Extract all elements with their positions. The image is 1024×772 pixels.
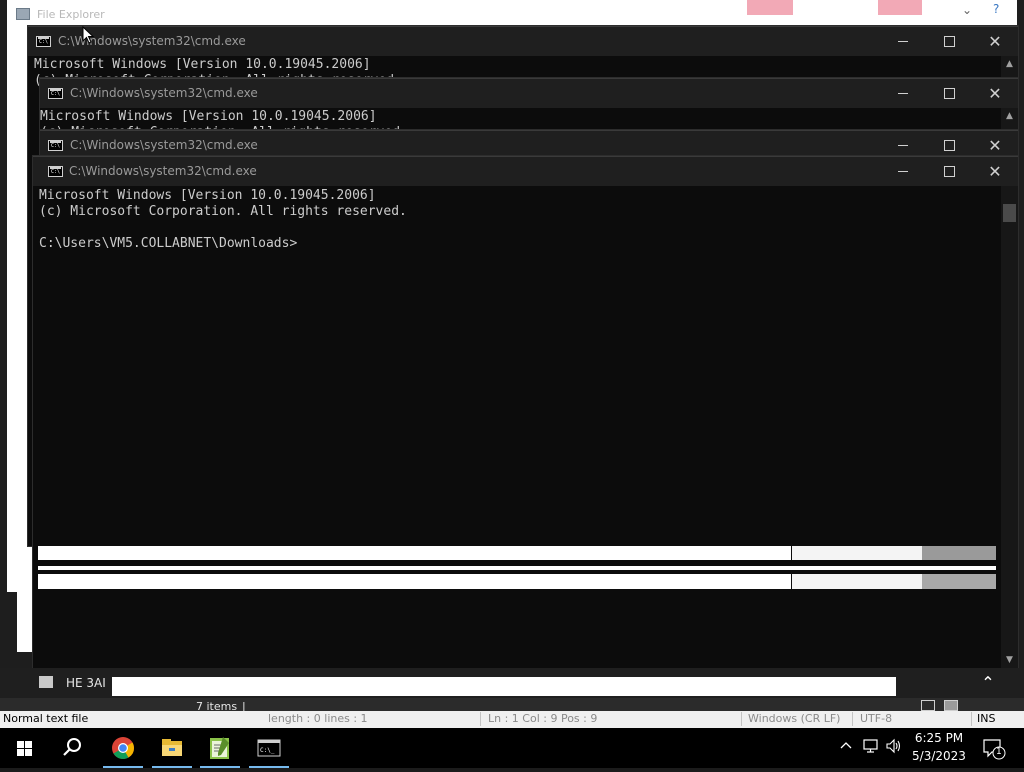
scroll-down-arrow-icon[interactable]: ▼	[1001, 652, 1018, 668]
glitch-band	[112, 677, 896, 696]
cmd-app-icon: C:\	[48, 88, 63, 99]
glitch-band	[38, 546, 791, 560]
close-icon: ✕	[988, 32, 1002, 51]
search-icon	[63, 738, 81, 756]
glitch-band	[922, 546, 996, 560]
maximize-icon	[943, 36, 955, 47]
cmd-window-4[interactable]: C:\ C:\Windows\system32\cmd.exe ✕ Micros…	[33, 156, 1018, 668]
close-icon: ✕	[988, 162, 1002, 181]
cmd-title: C:\Windows\system32\cmd.exe	[70, 86, 258, 100]
scroll-up-arrow-icon[interactable]: ▲	[1001, 108, 1018, 124]
mouse-cursor-icon	[82, 26, 95, 44]
close-button[interactable]: ✕	[972, 157, 1018, 186]
close-icon: ✕	[988, 136, 1002, 155]
close-button[interactable]: ✕	[972, 79, 1018, 108]
cmd-app-icon: C:\	[48, 140, 63, 151]
console-line: Microsoft Windows [Version 10.0.19045.20…	[40, 109, 377, 124]
file-explorer-title: File Explorer	[37, 8, 105, 21]
maximize-icon	[943, 140, 955, 151]
glitch-band	[792, 574, 922, 589]
minimize-button[interactable]	[880, 27, 926, 56]
cmd-app-icon: C:\	[36, 36, 51, 47]
console-output[interactable]: Microsoft Windows [Version 10.0.19045.20…	[39, 188, 407, 252]
search-button[interactable]	[48, 728, 96, 768]
minimize-icon	[898, 41, 908, 42]
volume-icon[interactable]	[885, 738, 903, 758]
file-type-label: Normal text file	[3, 712, 89, 725]
cmd-titlebar[interactable]: C:\ C:\Windows\system32\cmd.exe ✕	[28, 26, 1018, 56]
minimize-button[interactable]	[880, 157, 926, 186]
windows-logo-icon	[17, 741, 32, 756]
minimize-icon	[898, 145, 908, 146]
divider	[971, 712, 972, 726]
close-button[interactable]: ✕	[972, 27, 1018, 56]
glitch-band	[38, 566, 996, 570]
svg-text:C:\_: C:\_	[260, 747, 275, 754]
maximize-icon	[943, 88, 955, 99]
show-hidden-icons-chevron-up-icon[interactable]	[839, 738, 853, 756]
cursor-position-label: Ln : 1 Col : 9 Pos : 9	[488, 712, 598, 725]
cmd-titlebar[interactable]: C:\ C:\Windows\system32\cmd.exe ✕	[40, 78, 1018, 108]
chrome-icon	[112, 737, 134, 759]
clock-date[interactable]: 5/3/2023	[910, 749, 968, 763]
taskbar-chrome[interactable]	[99, 728, 147, 768]
notification-count: 1	[996, 747, 1002, 757]
notepadpp-icon	[210, 737, 229, 759]
console-prompt: C:\Users\VM5.COLLABNET\Downloads>	[39, 236, 298, 251]
large-icons-view-icon[interactable]	[944, 700, 958, 711]
details-view-icon[interactable]	[921, 700, 935, 711]
glitch-band	[747, 0, 793, 15]
chevron-up-icon[interactable]: ⌃	[970, 670, 1006, 696]
taskbar-file-explorer[interactable]	[148, 728, 196, 768]
console-line: Microsoft Windows [Version 10.0.19045.20…	[39, 188, 376, 203]
encoding-label: UTF-8	[860, 712, 893, 725]
clock-time[interactable]: 6:25 PM	[910, 731, 968, 745]
glitch-band	[878, 0, 922, 15]
cmd-titlebar[interactable]: C:\ C:\Windows\system32\cmd.exe ✕	[33, 156, 1018, 186]
taskbar-notepadpp[interactable]	[196, 728, 244, 768]
divider	[741, 712, 742, 726]
file-icon	[39, 676, 53, 688]
file-explorer-app-icon	[16, 8, 30, 20]
cmd-title: C:\Windows\system32\cmd.exe	[70, 138, 258, 152]
network-icon[interactable]	[862, 738, 880, 758]
eol-label: Windows (CR LF)	[748, 712, 841, 725]
console-line: Microsoft Windows [Version 10.0.19045.20…	[34, 57, 371, 72]
divider	[480, 712, 481, 726]
maximize-icon	[943, 166, 955, 177]
console-line: (c) Microsoft Corporation. All rights re…	[39, 204, 407, 219]
taskbar-cmd[interactable]: C:\_	[245, 728, 293, 768]
scrollbar[interactable]	[1001, 186, 1018, 668]
glitch-band	[792, 546, 922, 560]
minimize-icon	[898, 171, 908, 172]
maximize-button[interactable]	[926, 27, 972, 56]
start-button[interactable]	[0, 728, 48, 768]
file-name: HE 3AI	[66, 676, 106, 690]
cmd-window-2[interactable]: C:\ C:\Windows\system32\cmd.exe ✕ Micros…	[40, 78, 1018, 140]
divider	[852, 712, 853, 726]
maximize-button[interactable]	[926, 79, 972, 108]
minimize-icon	[898, 93, 908, 94]
scroll-up-arrow-icon[interactable]: ▲	[1001, 56, 1018, 72]
length-label: length : 0 lines : 1	[268, 712, 368, 725]
cmd-title: C:\Windows\system32\cmd.exe	[69, 164, 257, 178]
glitch-band	[922, 574, 996, 589]
ribbon-expand-icon[interactable]: ⌄	[962, 3, 972, 17]
glitch-band	[38, 574, 791, 589]
cmd-icon: C:\_	[257, 739, 281, 757]
cmd-app-icon: C:\	[48, 166, 63, 177]
close-icon: ✕	[988, 84, 1002, 103]
maximize-button[interactable]	[926, 157, 972, 186]
minimize-button[interactable]	[880, 79, 926, 108]
help-icon[interactable]: ?	[993, 2, 999, 16]
file-explorer-icon	[162, 739, 182, 756]
notification-center-button[interactable]: 1	[980, 736, 1006, 760]
notification-icon	[983, 739, 1006, 760]
insert-mode-label: INS	[977, 712, 996, 725]
scrollbar-thumb[interactable]	[1003, 204, 1016, 222]
